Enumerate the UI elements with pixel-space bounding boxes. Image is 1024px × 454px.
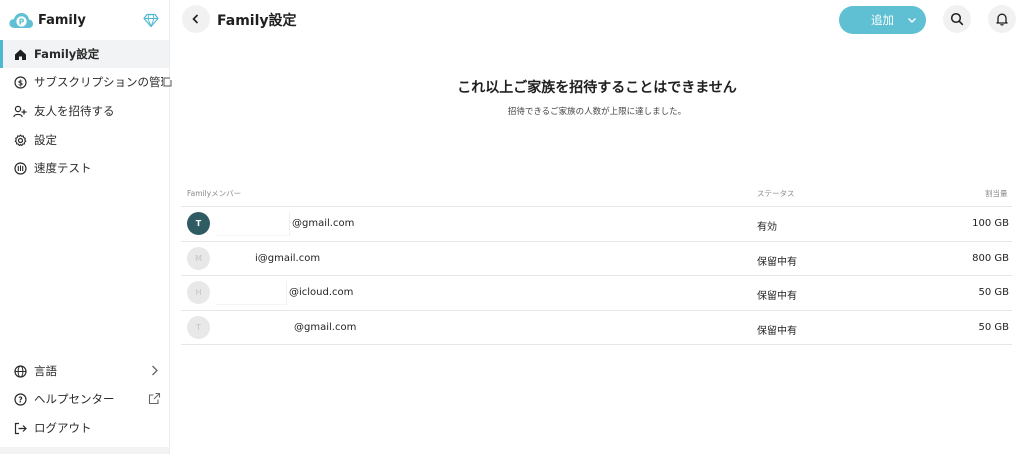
bell-icon [996, 13, 1008, 26]
sidebar-item-help-center[interactable]: ? ヘルプセンター [0, 385, 169, 413]
speedometer-icon [13, 161, 27, 175]
member-status: 保留中有 [757, 257, 797, 268]
sidebar-item-settings[interactable]: 設定 [0, 126, 169, 154]
sidebar: P Family Family設定 $ サブスクリプションの管理 友人を招待する… [0, 0, 172, 454]
chevron-right-icon [152, 365, 158, 376]
gear-icon [13, 133, 27, 147]
external-link-icon [148, 392, 161, 405]
search-button[interactable] [943, 5, 971, 33]
add-button-label: 追加 [871, 13, 894, 27]
sidebar-item-label: ヘルプセンター [34, 392, 115, 406]
sidebar-item-label: Family設定 [34, 47, 100, 61]
search-icon [950, 12, 964, 26]
redacted-email-area [216, 281, 287, 305]
table-row[interactable]: T @gmail.com 保留中有 50 GB [181, 310, 1012, 345]
sidebar-item-label: 友人を招待する [34, 104, 115, 118]
back-button[interactable] [182, 5, 210, 33]
redacted-email-area [216, 212, 290, 236]
avatar: T [187, 212, 210, 235]
help-circle-icon: ? [13, 392, 27, 406]
sidebar-footer-strip [0, 447, 169, 454]
limit-reached-title: これ以上ご家族を招待することはできません [457, 80, 737, 96]
dollar-circle-icon: $ [13, 75, 27, 89]
member-email: @gmail.com [294, 322, 357, 333]
sidebar-item-family-settings[interactable]: Family設定 [0, 40, 169, 68]
diamond-icon[interactable] [143, 12, 159, 28]
column-header-quota: 割当量 [985, 189, 1008, 198]
avatar: T [187, 316, 210, 339]
add-user-icon [13, 104, 27, 118]
sidebar-item-subscription[interactable]: $ サブスクリプションの管理 [0, 68, 172, 96]
svg-text:?: ? [18, 395, 22, 404]
notifications-button[interactable] [988, 5, 1016, 33]
home-icon [13, 47, 27, 61]
avatar: M [187, 247, 210, 270]
sidebar-item-label: 速度テスト [34, 161, 92, 175]
sidebar-item-label: ログアウト [34, 421, 92, 435]
svg-text:P: P [19, 17, 25, 26]
avatar: H [187, 281, 210, 304]
table-row[interactable]: M i@gmail.com 保留中有 800 GB [181, 241, 1012, 276]
member-email: i@gmail.com [255, 253, 321, 264]
member-status: 保留中有 [757, 291, 797, 302]
chevron-left-icon [192, 14, 199, 24]
member-quota: 800 GB [972, 253, 1009, 264]
chevron-down-icon [908, 18, 916, 23]
sidebar-item-language[interactable]: 言語 [0, 357, 169, 385]
add-button[interactable]: 追加 [839, 6, 926, 34]
svg-text:$: $ [17, 78, 22, 87]
limit-reached-subtitle: 招待できるご家族の人数が上限に達しました。 [507, 107, 687, 117]
column-header-status: ステータス [757, 189, 795, 198]
member-quota: 100 GB [972, 218, 1009, 229]
sidebar-item-label: 言語 [34, 364, 57, 378]
table-row[interactable]: H @icloud.com 保留中有 50 GB [181, 275, 1012, 310]
member-quota: 50 GB [978, 287, 1009, 298]
brand[interactable]: P Family [8, 9, 86, 31]
logout-icon [13, 421, 27, 435]
column-header-member: Familyメンバー [187, 189, 242, 198]
member-email: @gmail.com [292, 218, 355, 229]
globe-icon [13, 364, 27, 378]
sidebar-item-logout[interactable]: ログアウト [0, 414, 169, 442]
brand-name: Family [38, 12, 86, 28]
sidebar-item-speed-test[interactable]: 速度テスト [0, 154, 169, 182]
table-row[interactable]: T @gmail.com 有効 100 GB [181, 206, 1012, 241]
member-quota: 50 GB [978, 322, 1009, 333]
p-cloud-logo-icon: P [9, 13, 33, 28]
sidebar-item-label: 設定 [34, 133, 57, 147]
sidebar-item-label: サブスクリプションの管理 [34, 75, 163, 89]
page-title: Family設定 [217, 13, 297, 29]
sidebar-item-invite-friends[interactable]: 友人を招待する [0, 97, 169, 125]
member-email: @icloud.com [289, 287, 354, 298]
member-status: 保留中有 [757, 326, 797, 337]
member-status: 有効 [757, 222, 777, 233]
